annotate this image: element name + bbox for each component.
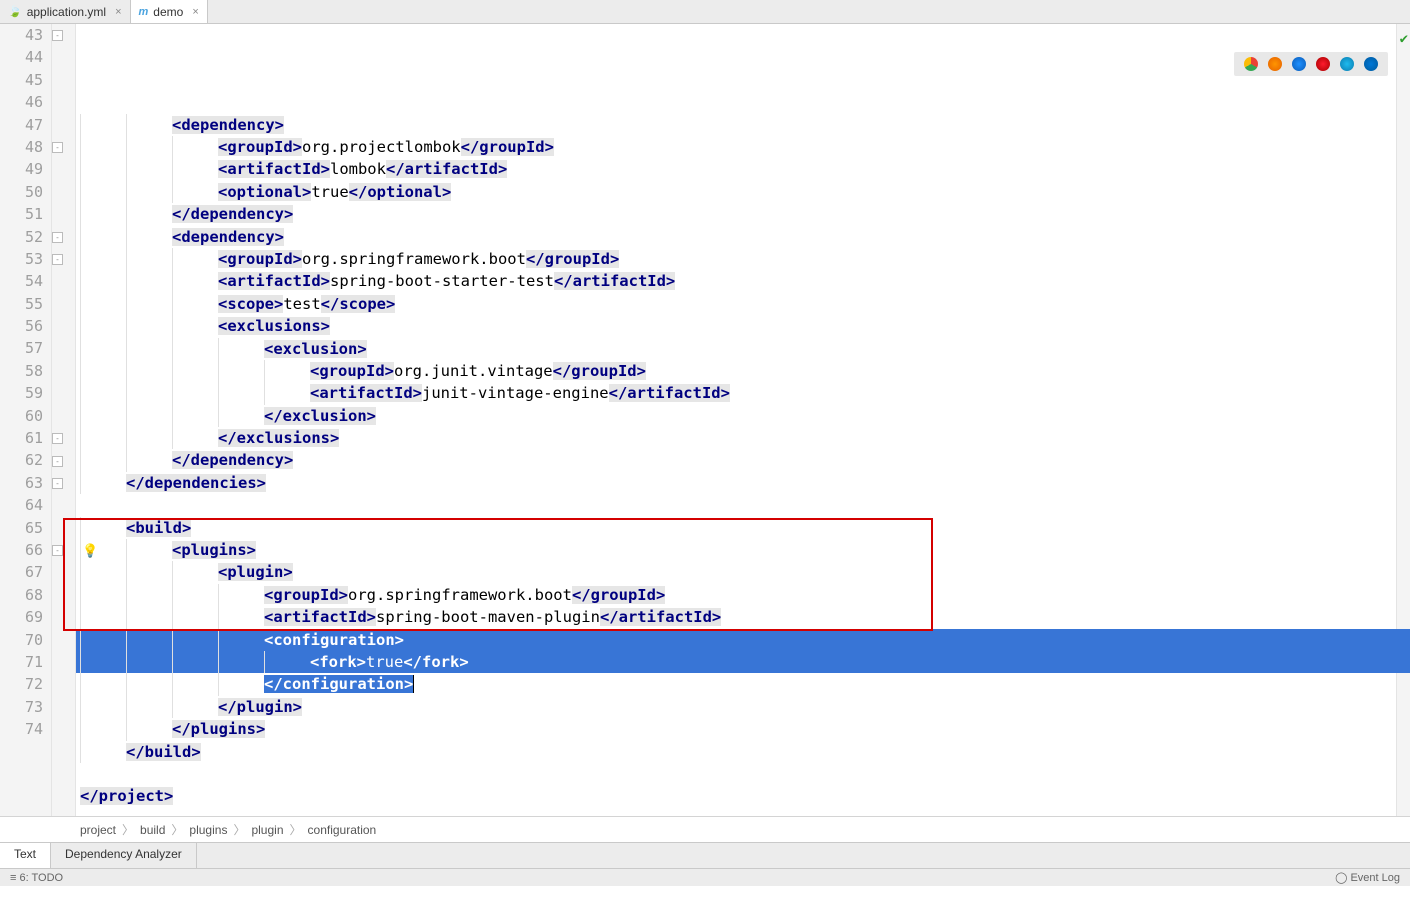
breadcrumb-separator-icon: 〉: [290, 821, 302, 838]
code-line-48[interactable]: <dependency>: [76, 226, 1410, 248]
code-line-60[interactable]: [76, 494, 1410, 516]
code-line-71[interactable]: </build>: [76, 741, 1410, 763]
code-line-70[interactable]: </plugins>: [76, 718, 1410, 740]
code-line-53[interactable]: <exclusion>: [76, 338, 1410, 360]
code-line-72[interactable]: [76, 763, 1410, 785]
code-line-50[interactable]: <artifactId>spring-boot-starter-test</ar…: [76, 270, 1410, 292]
breadcrumb-item-plugins[interactable]: plugins: [189, 823, 227, 837]
editor-tab-application.yml[interactable]: 🍃 application.yml ×: [0, 0, 131, 23]
code-line-54[interactable]: <groupId>org.junit.vintage</groupId>: [76, 360, 1410, 382]
code-line-62[interactable]: <plugins>: [76, 539, 1410, 561]
code-line-73[interactable]: </project>: [76, 785, 1410, 807]
code-line-46[interactable]: <optional>true</optional>: [76, 181, 1410, 203]
code-line-47[interactable]: </dependency>: [76, 203, 1410, 225]
editor-area: 4344454647484950515253545556575859606162…: [0, 24, 1410, 816]
code-line-64[interactable]: <groupId>org.springframework.boot</group…: [76, 584, 1410, 606]
fold-toggle-icon[interactable]: -: [52, 433, 63, 444]
breadcrumb-item-plugin[interactable]: plugin: [251, 823, 283, 837]
fold-toggle-icon[interactable]: -: [52, 142, 63, 153]
bottom-tab-dependency-analyzer[interactable]: Dependency Analyzer: [51, 843, 197, 868]
breadcrumb-item-configuration[interactable]: configuration: [308, 823, 377, 837]
file-type-icon: m: [139, 6, 149, 18]
safari-icon[interactable]: [1292, 57, 1306, 71]
code-line-56[interactable]: </exclusion>: [76, 405, 1410, 427]
line-number-gutter: 4344454647484950515253545556575859606162…: [0, 24, 52, 816]
breadcrumb-separator-icon: 〉: [233, 821, 245, 838]
code-line-65[interactable]: <artifactId>spring-boot-maven-plugin</ar…: [76, 606, 1410, 628]
fold-toggle-icon[interactable]: -: [52, 232, 63, 243]
tab-label: demo: [153, 5, 183, 19]
editor-tab-bar: 🍃 application.yml × mdemo ×: [0, 0, 1410, 24]
fold-toggle-icon[interactable]: -: [52, 30, 63, 41]
status-left[interactable]: ≡ 6: TODO: [10, 872, 63, 884]
code-line-58[interactable]: </dependency>: [76, 449, 1410, 471]
breadcrumb-separator-icon: 〉: [171, 821, 183, 838]
gutter-icons-column: - - - - - - - -: [52, 24, 76, 816]
breadcrumb-item-build[interactable]: build: [140, 823, 165, 837]
intention-bulb-icon[interactable]: 💡: [82, 541, 98, 563]
code-line-68[interactable]: </configuration>: [76, 673, 1410, 695]
breadcrumb-bar[interactable]: project 〉 build 〉 plugins 〉 plugin 〉 configurati…: [0, 816, 1410, 842]
code-line-43[interactable]: <dependency>: [76, 114, 1410, 136]
breadcrumb-item-project[interactable]: project: [80, 823, 116, 837]
status-bar: ≡ 6: TODO ◯ Event Log: [0, 868, 1410, 886]
code-editor[interactable]: ✔ <dependency> <groupId>org.projectlombo…: [76, 24, 1410, 816]
code-line-63[interactable]: <plugin>: [76, 561, 1410, 583]
breadcrumb-separator-icon: 〉: [122, 821, 134, 838]
bottom-tab-bar: TextDependency Analyzer: [0, 842, 1410, 868]
file-type-icon: 🍃: [8, 5, 22, 18]
fold-toggle-icon[interactable]: -: [52, 456, 63, 467]
chrome-icon[interactable]: [1244, 57, 1258, 71]
status-right[interactable]: ◯ Event Log: [1335, 871, 1400, 884]
edge-icon[interactable]: [1364, 57, 1378, 71]
code-line-74[interactable]: [76, 808, 1410, 816]
tab-label: application.yml: [27, 5, 106, 19]
firefox-icon[interactable]: [1268, 57, 1282, 71]
code-line-49[interactable]: <groupId>org.springframework.boot</group…: [76, 248, 1410, 270]
code-line-52[interactable]: <exclusions>: [76, 315, 1410, 337]
opera-icon[interactable]: [1316, 57, 1330, 71]
code-line-44[interactable]: <groupId>org.projectlombok</groupId>: [76, 136, 1410, 158]
fold-toggle-icon[interactable]: -: [52, 545, 63, 556]
code-line-66[interactable]: <configuration>: [76, 629, 1410, 651]
close-icon[interactable]: ×: [192, 6, 198, 18]
code-line-59[interactable]: </dependencies>: [76, 472, 1410, 494]
browser-preview-bar: [1234, 52, 1388, 76]
editor-tab-demo[interactable]: mdemo ×: [131, 0, 208, 23]
code-line-57[interactable]: </exclusions>: [76, 427, 1410, 449]
code-line-45[interactable]: <artifactId>lombok</artifactId>: [76, 158, 1410, 180]
code-line-67[interactable]: <fork>true</fork>: [76, 651, 1410, 673]
code-line-51[interactable]: <scope>test</scope>: [76, 293, 1410, 315]
fold-toggle-icon[interactable]: -: [52, 254, 63, 265]
ie-icon[interactable]: [1340, 57, 1354, 71]
bottom-tab-text[interactable]: Text: [0, 843, 51, 868]
close-icon[interactable]: ×: [115, 6, 121, 18]
code-line-55[interactable]: <artifactId>junit-vintage-engine</artifa…: [76, 382, 1410, 404]
code-line-61[interactable]: <build>: [76, 517, 1410, 539]
fold-toggle-icon[interactable]: -: [52, 478, 63, 489]
inspection-ok-icon: ✔: [1400, 28, 1408, 50]
code-line-69[interactable]: </plugin>: [76, 696, 1410, 718]
